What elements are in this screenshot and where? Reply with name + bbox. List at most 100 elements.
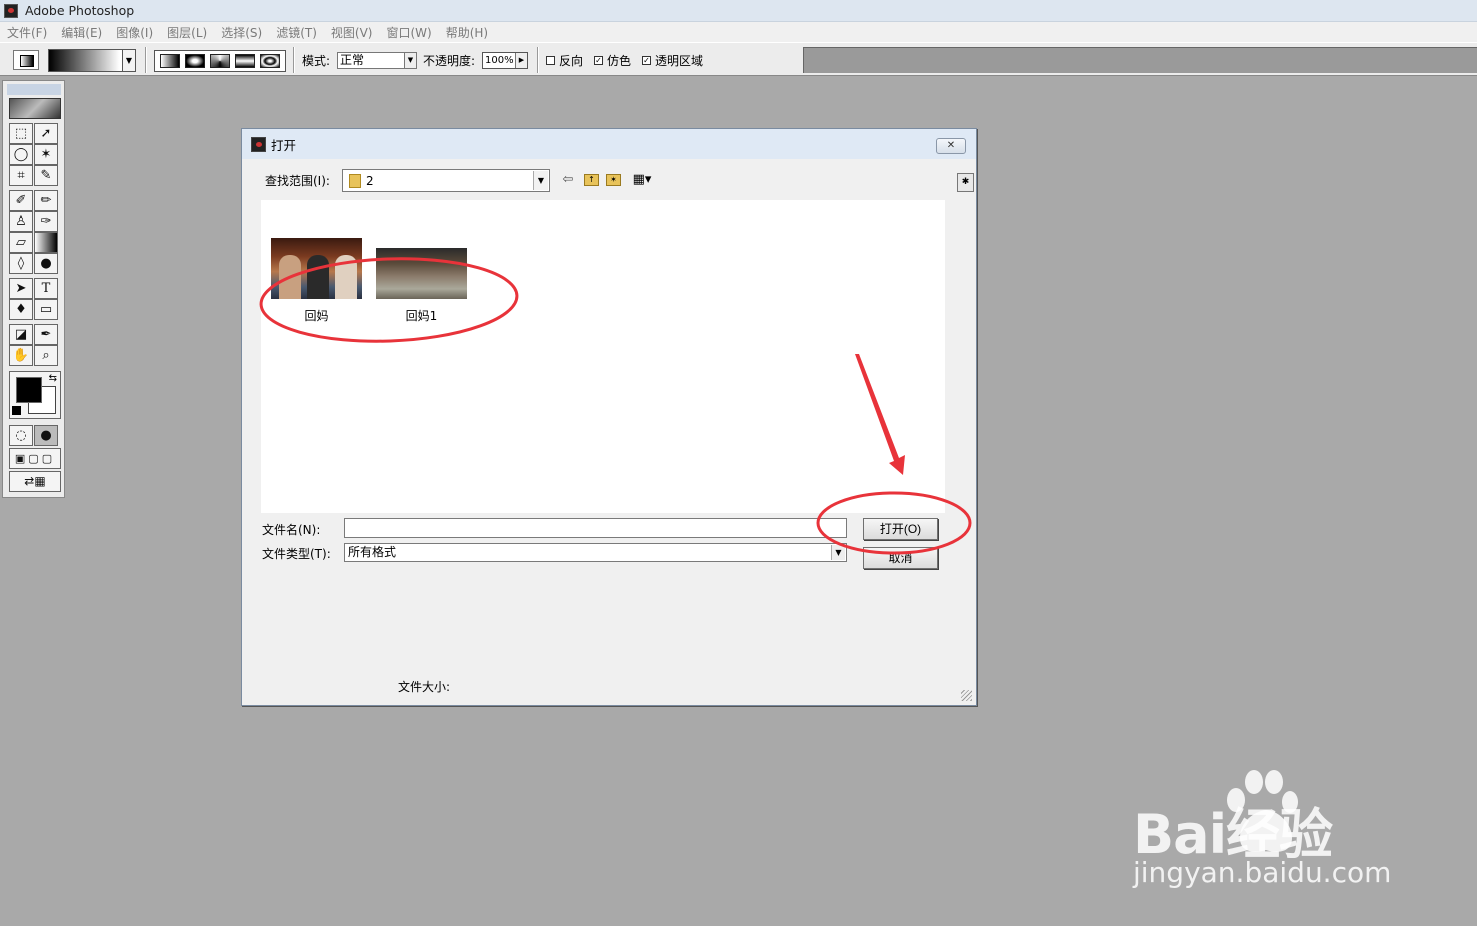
toolbox-title-bar[interactable]	[7, 84, 61, 95]
up-folder-icon[interactable]: ↑	[584, 174, 599, 186]
blur-tool-icon[interactable]: ◊	[9, 253, 33, 274]
tool-preset-picker[interactable]	[13, 50, 39, 70]
type-tool-icon[interactable]: T	[34, 278, 58, 299]
history-brush-icon[interactable]: ✑	[34, 211, 58, 232]
opacity-value: 100%	[485, 55, 514, 66]
new-folder-icon[interactable]: ✶	[606, 174, 621, 186]
file-item[interactable]: 回妈	[271, 238, 362, 324]
look-in-value: 2	[366, 173, 374, 188]
opacity-label: 不透明度:	[423, 54, 476, 68]
checkbox-box[interactable]: ✓	[594, 56, 603, 65]
diamond-gradient-icon[interactable]	[260, 54, 281, 68]
lasso-tool-icon[interactable]: ◯	[9, 144, 33, 165]
quick-mask-icon[interactable]: ●	[34, 425, 58, 446]
opacity-input[interactable]: 100% ▶	[482, 52, 528, 69]
dither-label: 仿色	[607, 54, 632, 68]
chevron-down-icon[interactable]: ▼	[831, 545, 845, 560]
filetype-label: 文件类型(T):	[262, 547, 331, 561]
move-tool-icon[interactable]: ➚	[34, 123, 58, 144]
look-in-select[interactable]: 2 ▼	[342, 169, 550, 192]
chevron-down-icon[interactable]: ▼	[122, 50, 135, 71]
eyedropper-tool-icon[interactable]: ✒	[34, 324, 58, 345]
app-title: Adobe Photoshop	[25, 3, 135, 18]
checkbox-box[interactable]	[546, 56, 555, 65]
menu-window[interactable]: 窗口(W)	[379, 24, 438, 41]
default-colors-icon[interactable]	[12, 406, 21, 415]
photoshop-logo[interactable]	[9, 98, 61, 119]
filename-input[interactable]	[344, 518, 847, 538]
menu-filter[interactable]: 滤镜(T)	[269, 24, 324, 41]
file-thumbnail[interactable]	[376, 248, 467, 299]
view-menu-icon[interactable]: ▦▾	[628, 171, 656, 189]
dither-checkbox[interactable]: ✓ 仿色	[594, 52, 631, 69]
reflected-gradient-icon[interactable]	[235, 54, 256, 68]
hand-tool-icon[interactable]: ✋	[9, 345, 33, 366]
clone-stamp-icon[interactable]: ♙	[9, 211, 33, 232]
menu-view[interactable]: 视图(V)	[324, 24, 380, 41]
cancel-button[interactable]: 取消	[863, 547, 938, 569]
angle-gradient-icon[interactable]	[209, 54, 230, 68]
mode-select[interactable]: 正常 ▼	[337, 52, 417, 69]
browse-icon[interactable]: ✱	[957, 173, 974, 192]
brush-tool-icon[interactable]: ✏	[34, 190, 58, 211]
photo-figure	[279, 255, 301, 299]
chevron-down-icon[interactable]: ▼	[404, 53, 416, 68]
chevron-down-icon[interactable]: ▼	[533, 171, 548, 190]
slice-tool-icon[interactable]: ✎	[34, 165, 58, 186]
screen-mode-icons[interactable]: ▣▢▢	[9, 448, 61, 469]
mode-label: 模式:	[302, 54, 331, 68]
dialog-title: 打开	[271, 137, 297, 153]
gradient-picker[interactable]: ▼	[48, 49, 136, 72]
file-item[interactable]: 回妈1	[376, 248, 467, 324]
file-name: 回妈1	[405, 309, 438, 323]
crop-tool-icon[interactable]: ⌗	[9, 165, 33, 186]
filetype-select[interactable]: 所有格式 ▼	[344, 543, 847, 562]
healing-brush-icon[interactable]: ✐	[9, 190, 33, 211]
menu-bar: 文件(F) 编辑(E) 图像(I) 图层(L) 选择(S) 滤镜(T) 视图(V…	[0, 22, 1477, 42]
file-name: 回妈	[304, 309, 329, 323]
checkbox-box[interactable]: ✓	[642, 56, 651, 65]
standard-mode-icon[interactable]: ◌	[9, 425, 33, 446]
transparency-checkbox[interactable]: ✓ 透明区域	[642, 52, 703, 69]
resize-grip-icon[interactable]	[961, 690, 972, 701]
divider	[537, 47, 539, 73]
photo-figure	[335, 255, 357, 299]
eraser-tool-icon[interactable]: ▱	[9, 232, 33, 253]
open-button[interactable]: 打开(O)	[863, 518, 938, 540]
folder-icon	[349, 173, 361, 188]
dodge-tool-icon[interactable]: ●	[34, 253, 58, 274]
menu-file[interactable]: 文件(F)	[0, 24, 54, 41]
notes-tool-icon[interactable]: ◪	[9, 324, 33, 345]
path-selection-icon[interactable]: ➤	[9, 278, 33, 299]
photo-figure	[307, 255, 329, 299]
foreground-color-swatch[interactable]	[16, 377, 42, 403]
gradient-type-group	[154, 50, 286, 72]
close-button[interactable]: ✕	[936, 138, 966, 154]
jump-to-imageready-icon[interactable]: ⇄▦	[9, 471, 61, 492]
photoshop-app-icon	[4, 3, 18, 18]
filename-label: 文件名(N):	[262, 523, 321, 537]
menu-image[interactable]: 图像(I)	[109, 24, 160, 41]
gradient-tool-icon[interactable]	[34, 232, 58, 253]
file-thumbnail[interactable]	[271, 238, 362, 299]
linear-gradient-icon[interactable]	[159, 54, 180, 68]
swap-colors-icon[interactable]: ⇆	[49, 373, 57, 384]
back-arrow-icon[interactable]: ⇦	[559, 171, 577, 189]
rectangle-tool-icon[interactable]: ▭	[34, 299, 58, 320]
triangle-right-icon[interactable]: ▶	[515, 53, 527, 68]
menu-help[interactable]: 帮助(H)	[439, 24, 495, 41]
file-list[interactable]: 回妈 回妈1	[261, 200, 945, 513]
pen-tool-icon[interactable]: ♦	[9, 299, 33, 320]
watermark-url: jingyan.baidu.com	[1133, 856, 1392, 889]
menu-select[interactable]: 选择(S)	[214, 24, 269, 41]
zoom-tool-icon[interactable]: ⌕	[34, 345, 58, 366]
photoshop-app-icon	[251, 136, 266, 152]
marquee-tool-icon[interactable]: ⬚	[9, 123, 33, 144]
menu-layer[interactable]: 图层(L)	[160, 24, 214, 41]
radial-gradient-icon[interactable]	[184, 54, 205, 68]
mode-value: 正常	[340, 53, 365, 67]
reverse-checkbox[interactable]: 反向	[546, 52, 583, 69]
menu-edit[interactable]: 编辑(E)	[54, 24, 109, 41]
magic-wand-icon[interactable]: ✶	[34, 144, 58, 165]
filetype-value: 所有格式	[348, 545, 397, 559]
